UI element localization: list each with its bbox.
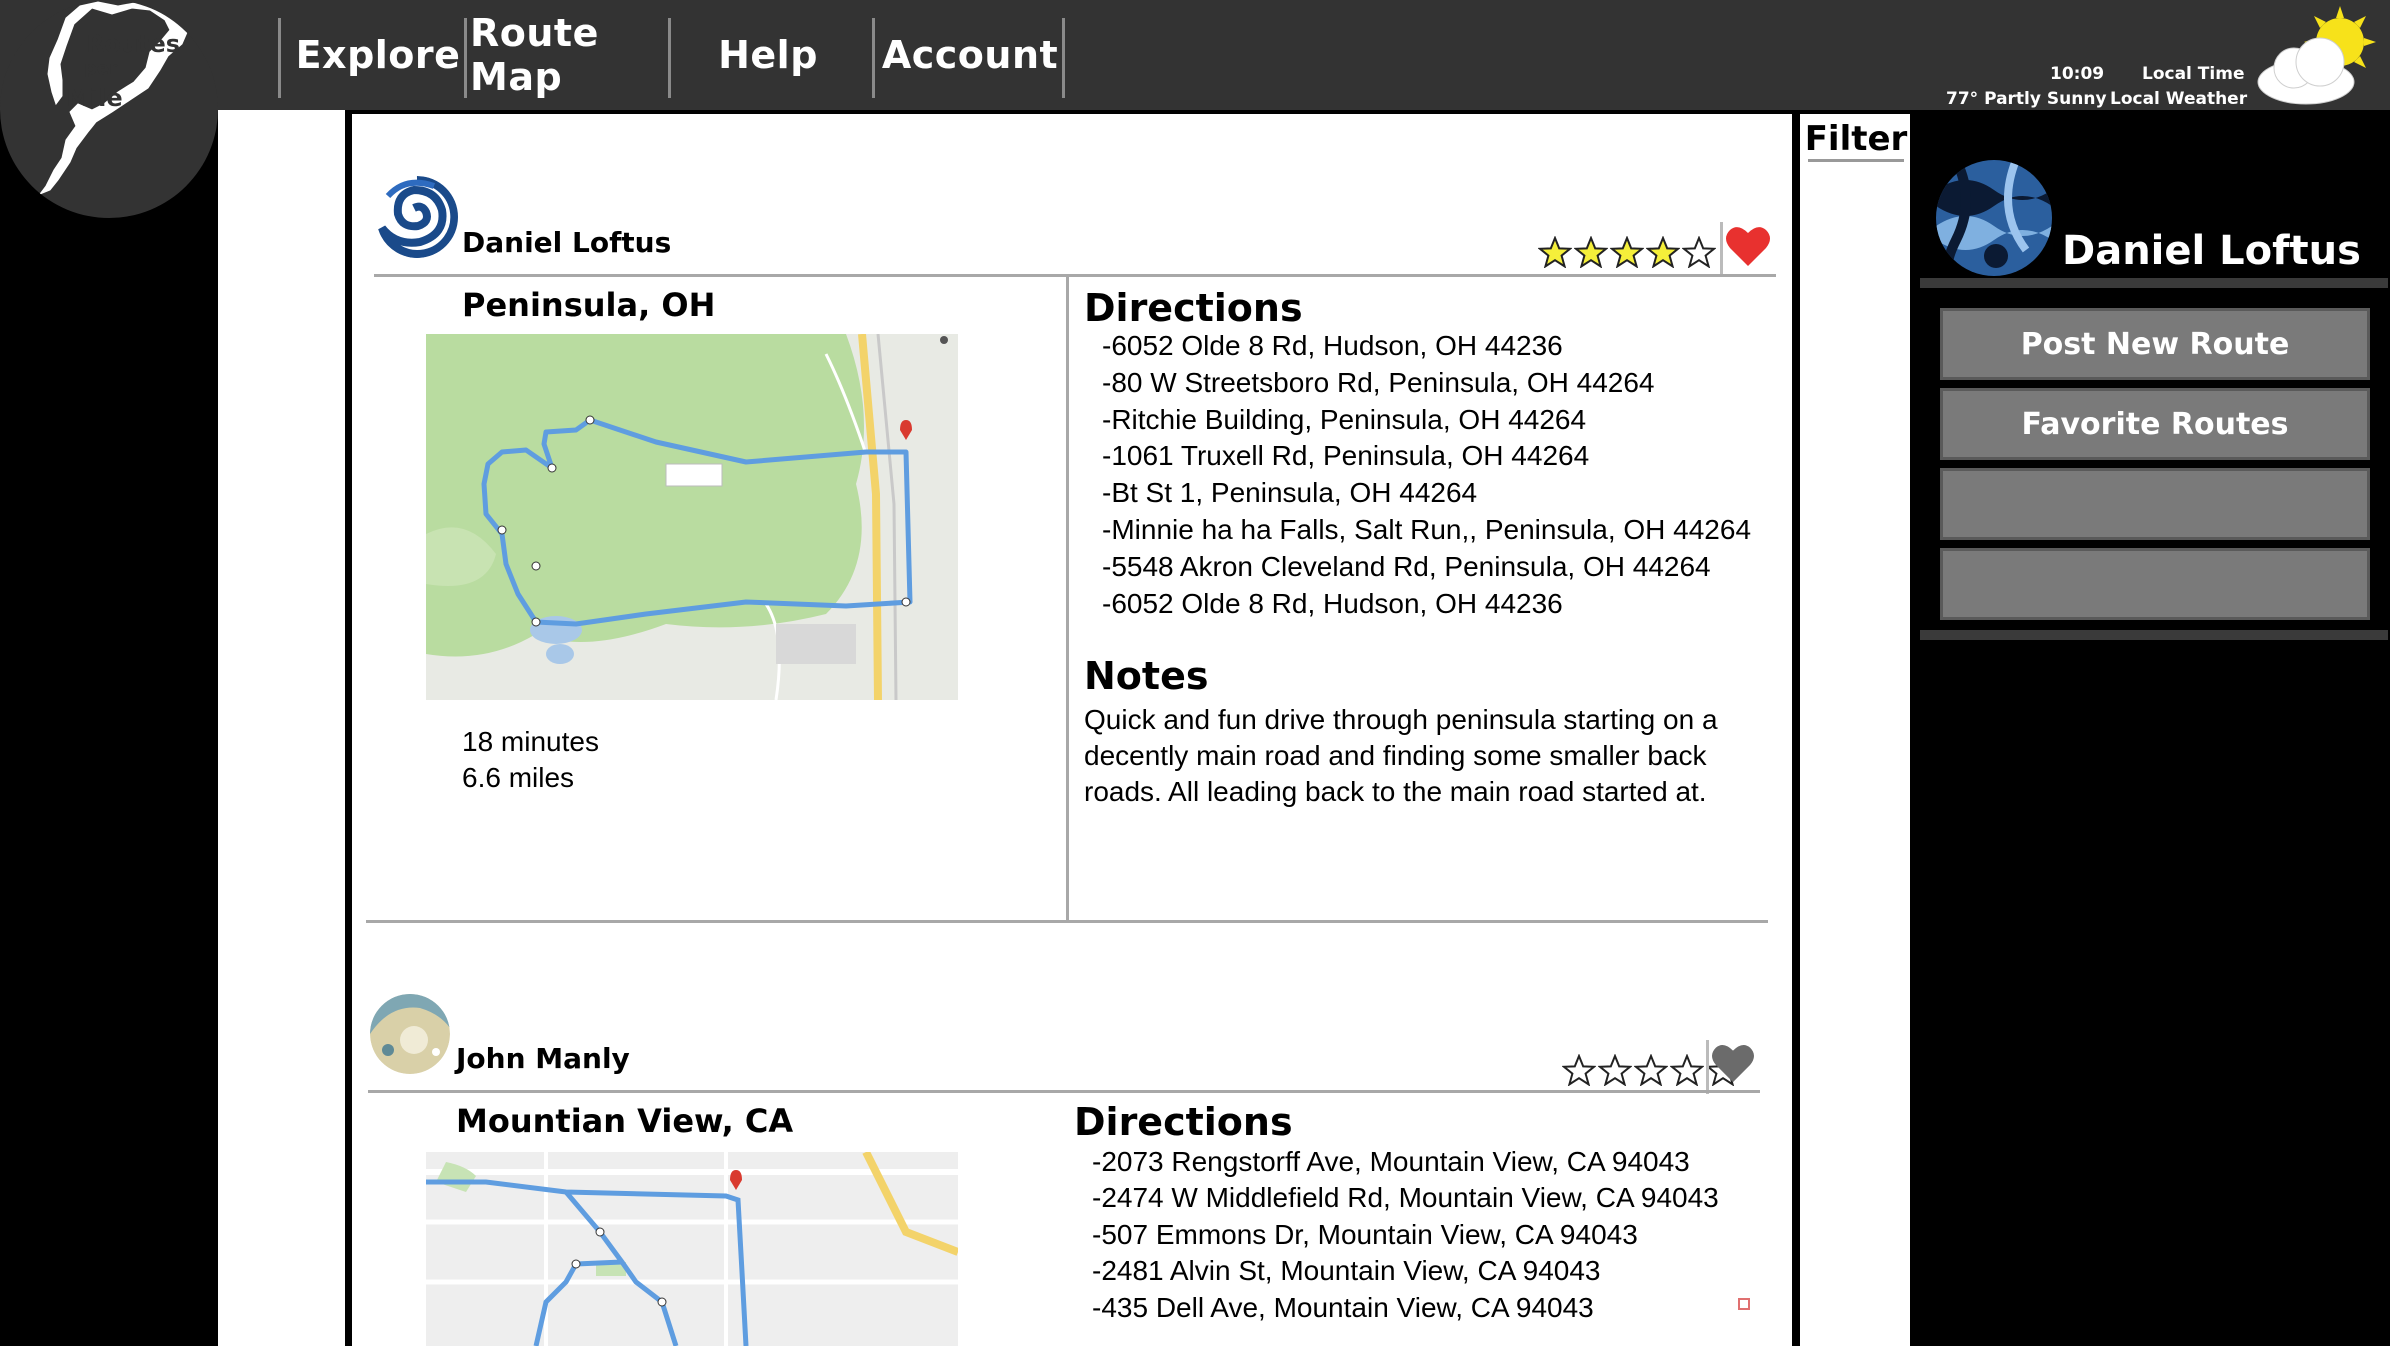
filter-panel [1800,114,1910,1346]
logo-text-per: per [84,58,118,79]
favorite-heart-icon[interactable] [1710,1042,1756,1084]
favorite-heart-icon[interactable] [1724,224,1772,268]
user-avatar[interactable] [376,176,458,258]
nav-route-map[interactable]: Route Map [470,0,666,110]
route-map-image [426,334,958,700]
route-author-name[interactable]: Daniel Loftus [462,226,671,259]
abstract-avatar-icon [370,994,450,1074]
favorite-routes-button[interactable]: Favorite Routes [1940,388,2370,460]
weather-conditions: 77° Partly Sunny [1946,89,2107,109]
route-map-image [426,1152,958,1346]
direction-step: -2474 W Middlefield Rd, Mountain View, C… [1092,1182,1719,1214]
profile-divider [1920,630,2388,640]
user-avatar[interactable] [370,994,450,1074]
nav-explore[interactable]: Explore [296,0,460,110]
star-icon[interactable] [1682,236,1716,268]
direction-step: -5548 Akron Cleveland Rd, Peninsula, OH … [1102,550,1711,582]
direction-step: -1061 Truxell Rd, Peninsula, OH 44264 [1102,440,1590,472]
nav-account[interactable]: Account [880,0,1060,110]
nav-divider [278,18,281,98]
card-column-divider [1066,276,1069,922]
avatar-pattern-icon [1936,160,2052,276]
local-time-value: 10:09 [2050,64,2105,84]
star-icon[interactable] [1574,236,1608,268]
route-location: Peninsula, OH [462,286,716,324]
app-logo[interactable]: Routes per Mile [0,0,218,218]
filter-button[interactable]: Filter [1805,118,1907,162]
direction-step: -Minnie ha ha Falls, Salt Run,, Peninsul… [1102,514,1752,545]
star-icon[interactable] [1646,236,1680,268]
directions-heading: Directions [1084,286,1303,330]
empty-menu-button[interactable] [1940,548,2370,620]
nav-divider [668,18,671,98]
direction-step: -2073 Rengstorff Ave, Mountain View, CA … [1092,1146,1690,1177]
weather-caption: Local Weather [2110,89,2248,109]
star-icon[interactable] [1598,1054,1632,1086]
profile-avatar[interactable] [1936,160,2052,276]
left-gutter-divider [345,110,351,1346]
nav-divider [464,18,467,98]
direction-step: -6052 Olde 8 Rd, Hudson, OH 44236 [1102,330,1563,361]
empty-menu-button[interactable] [1940,468,2370,540]
swirl-avatar-icon [376,176,458,258]
logo-text-routes: Routes [86,30,181,58]
direction-step: -Ritchie Building, Peninsula, OH 44264 [1102,403,1587,435]
route-distance: 6.6 miles [462,762,575,793]
local-time-caption: Local Time [2142,64,2245,84]
direction-step: -2481 Alvin St, Mountain View, CA 94043 [1092,1255,1601,1287]
direction-step: -6052 Olde 8 Rd, Hudson, OH 44236 [1102,587,1563,619]
nav-divider [872,18,875,98]
nav-help[interactable]: Help [680,0,856,110]
direction-step: -80 W Streetsboro Rd, Peninsula, OH 4426… [1102,366,1655,398]
card-header-divider [368,1090,1760,1093]
star-icon[interactable] [1610,236,1644,268]
route-duration: 18 minutes [462,726,599,757]
route-notes: Quick and fun drive through peninsula st… [1084,704,1718,807]
rating-stars[interactable] [1538,236,1716,268]
route-author-name[interactable]: John Manly [456,1042,630,1075]
card-header-divider [374,274,1776,277]
direction-step: -507 Emmons Dr, Mountain View, CA 94043 [1092,1218,1638,1250]
logo-text-mile: Mile [66,84,123,112]
notes-heading: Notes [1084,654,1209,698]
nav-divider [1062,18,1065,98]
profile-name: Daniel Loftus [2062,228,2361,274]
expand-marker-icon[interactable] [1738,1298,1750,1310]
rating-separator [1720,222,1723,276]
direction-step: -435 Dell Ave, Mountain View, CA 94043 [1092,1291,1594,1323]
partly-sunny-icon [2257,6,2376,105]
post-new-route-button[interactable]: Post New Route [1940,308,2370,380]
route-map-thumbnail[interactable] [426,334,958,700]
star-icon[interactable] [1634,1054,1668,1086]
route-map-thumbnail[interactable] [426,1152,958,1346]
star-icon[interactable] [1670,1054,1704,1086]
card-bottom-divider [366,920,1768,923]
left-gutter [218,110,346,1346]
direction-step: -Bt St 1, Peninsula, OH 44264 [1102,477,1478,509]
route-location: Mountian View, CA [456,1102,794,1140]
rating-separator [1706,1040,1709,1094]
star-icon[interactable] [1538,236,1572,268]
profile-divider [1920,278,2388,288]
directions-heading: Directions [1074,1100,1293,1144]
star-icon[interactable] [1562,1054,1596,1086]
